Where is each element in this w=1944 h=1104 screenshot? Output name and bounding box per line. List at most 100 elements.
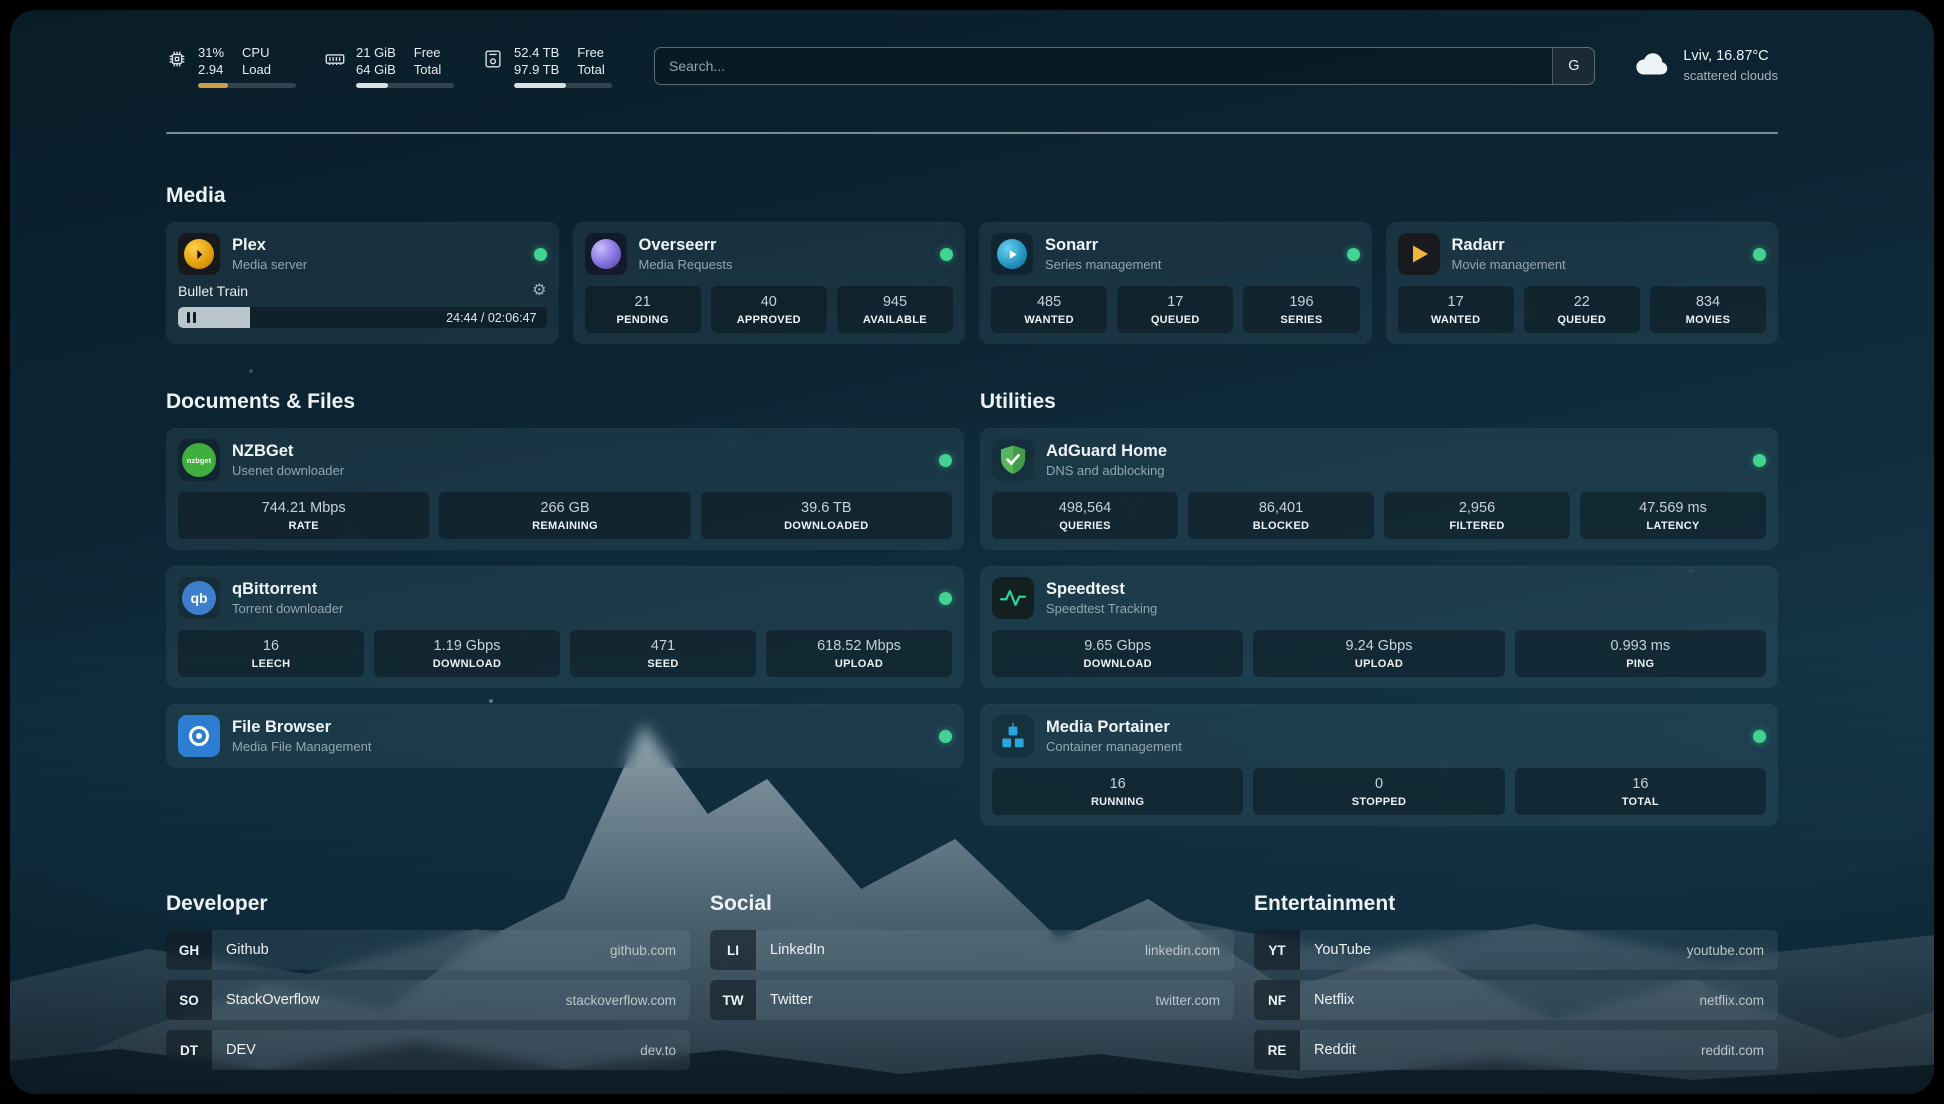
bookmark-abbr: GH xyxy=(166,930,212,970)
bookmark-url: linkedin.com xyxy=(1145,930,1234,970)
bookmark-linkedin[interactable]: LI LinkedIn linkedin.com xyxy=(710,930,1234,970)
sonarr-icon xyxy=(991,233,1033,275)
section-title-media: Media xyxy=(166,184,1778,208)
service-card-nzbget[interactable]: nzbget NZBGet Usenet downloader xyxy=(166,428,964,550)
bookmark-url: stackoverflow.com xyxy=(566,980,690,1020)
service-card-filebrowser[interactable]: File Browser Media File Management xyxy=(166,704,964,768)
bookmark-url: netflix.com xyxy=(1699,980,1778,1020)
service-card-overseerr[interactable]: Overseerr Media Requests 21PENDING 40APP… xyxy=(573,222,966,344)
search-provider-button[interactable]: G xyxy=(1552,48,1594,84)
service-card-sonarr[interactable]: Sonarr Series management 485WANTED 17QUE… xyxy=(979,222,1372,344)
section-documents: Documents & Files nzbget NZBGet Usenet d… xyxy=(166,390,964,768)
service-subtitle: Torrent downloader xyxy=(232,601,343,616)
stat-download: 1.19 GbpsDOWNLOAD xyxy=(374,630,560,677)
filebrowser-icon xyxy=(178,715,220,757)
stat-seed: 471SEED xyxy=(570,630,756,677)
bookmark-github[interactable]: GH Github github.com xyxy=(166,930,690,970)
service-card-qbittorrent[interactable]: qb qBittorrent Torrent downloader xyxy=(166,566,964,688)
section-title-social: Social xyxy=(710,892,1234,916)
disk-bar-track xyxy=(514,83,612,88)
bookmark-dev[interactable]: DT DEV dev.to xyxy=(166,1030,690,1070)
memory-label-1: Free xyxy=(414,44,441,61)
service-name: qBittorrent xyxy=(232,580,343,599)
stat-download: 9.65 GbpsDOWNLOAD xyxy=(992,630,1243,677)
settings-gear-icon[interactable]: ⚙ xyxy=(532,283,546,299)
disk-free-value: 52.4 TB xyxy=(514,44,559,61)
status-dot xyxy=(1753,454,1766,467)
bookmark-youtube[interactable]: YT YouTube youtube.com xyxy=(1254,930,1778,970)
bookmark-abbr: SO xyxy=(166,980,212,1020)
now-playing-title: Bullet Train xyxy=(178,283,248,299)
section-title-documents: Documents & Files xyxy=(166,390,964,414)
service-card-radarr[interactable]: Radarr Movie management 17WANTED 22QUEUE… xyxy=(1386,222,1779,344)
search-input[interactable] xyxy=(655,48,1552,84)
qbittorrent-icon: qb xyxy=(178,577,220,619)
service-name: Speedtest xyxy=(1046,580,1157,599)
bookmark-name: StackOverflow xyxy=(212,980,319,1020)
disk-icon xyxy=(482,44,504,88)
memory-bar-track xyxy=(356,83,454,88)
top-bar: 31% 2.94 CPU Load xyxy=(166,10,1778,88)
bookmark-name: Reddit xyxy=(1300,1030,1356,1070)
cloud-icon xyxy=(1633,51,1671,82)
stat-upload: 618.52 MbpsUPLOAD xyxy=(766,630,952,677)
section-utilities: Utilities xyxy=(980,390,1778,826)
service-name: AdGuard Home xyxy=(1046,442,1167,461)
disk-widget: 52.4 TB 97.9 TB Free Total xyxy=(482,44,612,88)
speedtest-icon xyxy=(992,577,1034,619)
bookmark-name: DEV xyxy=(212,1030,256,1070)
status-dot xyxy=(940,248,953,261)
memory-label-2: Total xyxy=(414,61,441,78)
stat-running: 16RUNNING xyxy=(992,768,1243,815)
bookmark-twitter[interactable]: TW Twitter twitter.com xyxy=(710,980,1234,1020)
pause-icon[interactable] xyxy=(187,312,196,323)
bookmark-url: twitter.com xyxy=(1155,980,1234,1020)
service-card-plex[interactable]: Plex Media server Bullet Train ⚙ xyxy=(166,222,559,344)
bookmarks-entertainment: Entertainment YT YouTube youtube.com NF … xyxy=(1254,892,1778,1070)
service-subtitle: Media Requests xyxy=(639,257,733,272)
portainer-icon xyxy=(992,715,1034,757)
service-name: Media Portainer xyxy=(1046,718,1182,737)
cpu-widget: 31% 2.94 CPU Load xyxy=(166,44,296,88)
status-dot xyxy=(1753,248,1766,261)
memory-icon xyxy=(324,44,346,88)
header-divider xyxy=(166,132,1778,134)
section-title-utilities: Utilities xyxy=(980,390,1778,414)
window-frame: 31% 2.94 CPU Load xyxy=(0,0,1944,1104)
bookmark-name: YouTube xyxy=(1300,930,1371,970)
bookmark-url: youtube.com xyxy=(1687,930,1778,970)
section-media: Media Plex Media server xyxy=(166,184,1778,344)
plex-progress-bar[interactable]: 24:44 / 02:06:47 xyxy=(178,307,547,328)
bookmark-netflix[interactable]: NF Netflix netflix.com xyxy=(1254,980,1778,1020)
memory-bar-fill xyxy=(356,83,388,88)
status-dot xyxy=(939,592,952,605)
bookmarks-developer: Developer GH Github github.com SO StackO… xyxy=(166,892,690,1070)
disk-total-value: 97.9 TB xyxy=(514,61,559,78)
status-dot xyxy=(939,730,952,743)
cpu-label-1: CPU xyxy=(242,44,271,61)
service-card-speedtest[interactable]: Speedtest Speedtest Tracking 9.65 GbpsDO… xyxy=(980,566,1778,688)
stat-latency: 47.569 msLATENCY xyxy=(1580,492,1766,539)
service-card-adguard[interactable]: AdGuard Home DNS and adblocking 498,564Q… xyxy=(980,428,1778,550)
service-name: Sonarr xyxy=(1045,236,1161,255)
stat-leech: 16LEECH xyxy=(178,630,364,677)
service-subtitle: Usenet downloader xyxy=(232,463,344,478)
stat-upload: 9.24 GbpsUPLOAD xyxy=(1253,630,1504,677)
service-card-portainer[interactable]: Media Portainer Container management 16R… xyxy=(980,704,1778,826)
bookmark-stackoverflow[interactable]: SO StackOverflow stackoverflow.com xyxy=(166,980,690,1020)
service-subtitle: Movie management xyxy=(1452,257,1566,272)
service-subtitle: Container management xyxy=(1046,739,1182,754)
cpu-load-value: 2.94 xyxy=(198,61,224,78)
cpu-bar-fill xyxy=(198,83,228,88)
bookmark-abbr: TW xyxy=(710,980,756,1020)
bookmark-name: Github xyxy=(212,930,269,970)
cpu-usage-value: 31% xyxy=(198,44,224,61)
bookmark-name: Twitter xyxy=(756,980,813,1020)
weather-location: Lviv, 16.87°C xyxy=(1683,47,1778,66)
section-title-developer: Developer xyxy=(166,892,690,916)
status-dot xyxy=(1347,248,1360,261)
radarr-icon xyxy=(1398,233,1440,275)
memory-free-value: 21 GiB xyxy=(356,44,396,61)
bookmark-reddit[interactable]: RE Reddit reddit.com xyxy=(1254,1030,1778,1070)
bookmark-abbr: LI xyxy=(710,930,756,970)
